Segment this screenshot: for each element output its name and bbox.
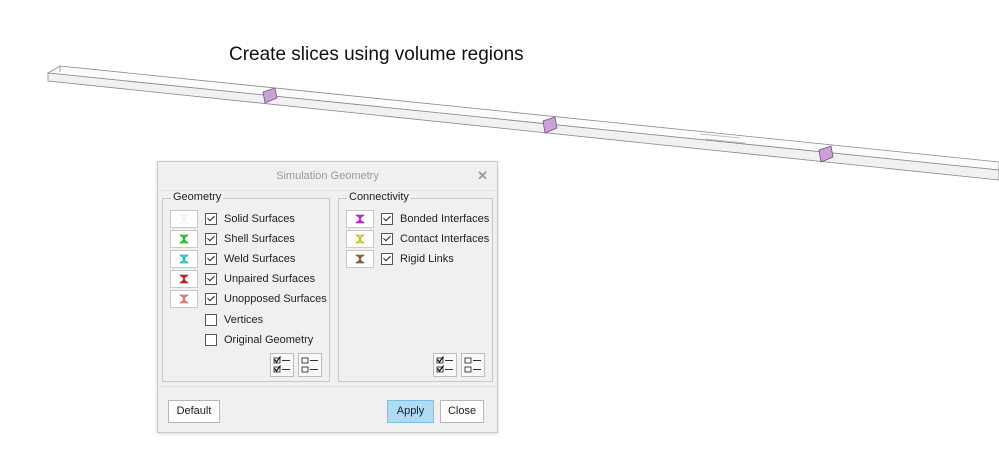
shell-surfaces-icon[interactable] [170,230,198,248]
geometry-item-weld-surfaces[interactable]: Weld Surfaces [170,250,295,268]
dialog-title: Simulation Geometry [276,170,379,182]
weld-surfaces-icon[interactable] [170,250,198,268]
unpaired-surfaces-checkbox[interactable] [205,273,217,285]
geometry-group-title: Geometry [171,191,224,203]
select-all-icon [436,356,453,373]
geometry-item-vertices[interactable]: Vertices [170,311,263,329]
geometry-item-unopposed-surfaces[interactable]: Unopposed Surfaces [170,290,327,308]
geometry-item-unpaired-surfaces[interactable]: Unpaired Surfaces [170,270,315,288]
geometry-item-shell-surfaces[interactable]: Shell Surfaces [170,230,295,248]
geometry-clear-all-button[interactable] [298,353,322,377]
connectivity-group-title: Connectivity [347,191,411,203]
contact-interfaces-label: Contact Interfaces [400,233,490,245]
unopposed-surfaces-checkbox[interactable] [205,293,217,305]
dialog-titlebar: Simulation Geometry ✕ [158,162,497,191]
connectivity-item-rigid-links[interactable]: Rigid Links [346,250,454,268]
connectivity-item-bonded-interfaces[interactable]: Bonded Interfaces [346,210,489,228]
solid-surfaces-icon[interactable] [170,210,198,228]
slide-caption: Create slices using volume regions [229,44,524,65]
connectivity-group: Connectivity Bonded Interfaces Contact I… [338,191,493,382]
select-all-icon [273,356,290,373]
clear-all-icon [301,357,318,373]
dialog-footer-divider [158,386,497,387]
contact-interfaces-icon[interactable] [346,230,374,248]
bonded-interfaces-label: Bonded Interfaces [400,213,490,225]
connectivity-clear-all-button[interactable] [461,353,485,377]
close-icon[interactable]: ✕ [477,162,488,190]
close-button[interactable]: Close [440,400,484,423]
solid-surfaces-checkbox[interactable] [205,213,217,225]
default-button[interactable]: Default [168,400,220,423]
rigid-links-checkbox[interactable] [381,253,393,265]
unopposed-surfaces-label: Unopposed Surfaces [224,293,327,305]
vertices-label: Vertices [224,314,264,326]
weld-surfaces-label: Weld Surfaces [224,253,296,265]
connectivity-select-all-button[interactable] [433,353,457,377]
shell-surfaces-label: Shell Surfaces [224,233,295,245]
vertices-checkbox[interactable] [205,314,217,326]
solid-surfaces-label: Solid Surfaces [224,213,295,225]
geometry-group: Geometry Solid Surfaces Shell Surfaces W… [162,191,330,382]
geometry-item-original-geometry[interactable]: Original Geometry [170,331,313,349]
contact-interfaces-checkbox[interactable] [381,233,393,245]
model-viewport [46,65,999,181]
simulation-geometry-dialog: Simulation Geometry ✕ Geometry Solid Sur… [157,161,498,433]
geometry-item-solid-surfaces[interactable]: Solid Surfaces [170,210,295,228]
original-geometry-label: Original Geometry [224,334,314,346]
unpaired-surfaces-icon[interactable] [170,270,198,288]
apply-button[interactable]: Apply [387,400,434,423]
original-geometry-checkbox[interactable] [205,334,217,346]
unpaired-surfaces-label: Unpaired Surfaces [224,273,316,285]
rigid-links-label: Rigid Links [400,253,454,265]
shell-surfaces-checkbox[interactable] [205,233,217,245]
geometry-select-all-button[interactable] [270,353,294,377]
bonded-interfaces-icon[interactable] [346,210,374,228]
bonded-interfaces-checkbox[interactable] [381,213,393,225]
clear-all-icon [464,357,481,373]
connectivity-item-contact-interfaces[interactable]: Contact Interfaces [346,230,489,248]
rigid-links-icon[interactable] [346,250,374,268]
weld-surfaces-checkbox[interactable] [205,253,217,265]
unopposed-surfaces-icon[interactable] [170,290,198,308]
